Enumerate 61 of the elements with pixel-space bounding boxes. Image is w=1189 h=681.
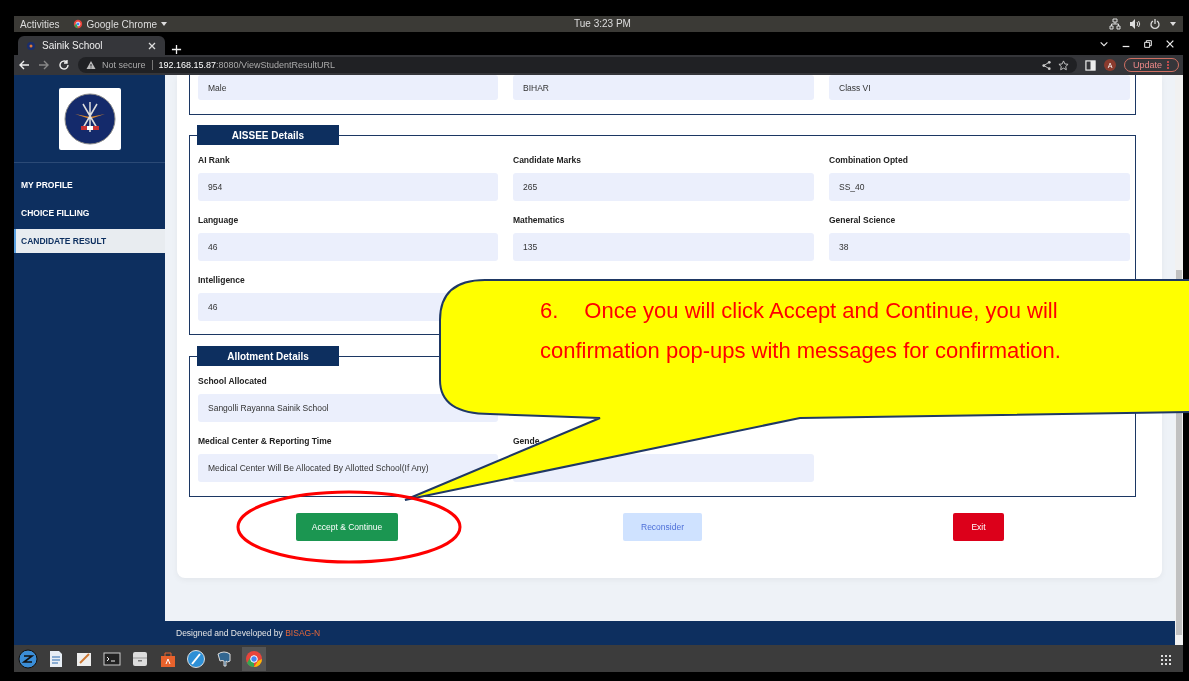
field-label: Mathematics [513, 214, 566, 226]
app-menu[interactable]: Google Chrome [86, 18, 158, 30]
forward-icon[interactable] [38, 59, 50, 71]
sidebar-item[interactable]: MY PROFILE [14, 173, 165, 197]
activities-button[interactable]: Activities [20, 18, 60, 30]
close-icon[interactable] [147, 40, 157, 51]
field-label: School Allocated [198, 375, 268, 387]
readonly-field[interactable]: BIHAR [513, 75, 814, 100]
readonly-field[interactable]: Medical Center Will Be Allocated By Allotted School(If Any) [198, 454, 498, 482]
share-icon[interactable] [1040, 59, 1052, 71]
restore-icon[interactable] [1143, 38, 1153, 49]
sidebar-item[interactable]: CANDIDATE RESULT [14, 229, 165, 253]
callout-text: Once you will click Accept and Continue, you will [584, 298, 1058, 324]
sidebar-item[interactable]: CHOICE FILLING [14, 201, 165, 225]
readonly-field[interactable]: Class VI [829, 75, 1130, 100]
bisag-link[interactable]: BISAG-N [285, 628, 321, 639]
url-text: 192.168.15.87:8080/ViewStudentResultURL [158, 60, 335, 70]
footer-credit: Designed and Developed by BISAG-N [176, 628, 321, 639]
readonly-field[interactable]: 954 [198, 173, 498, 201]
field-label: Candidate Marks [513, 154, 583, 166]
star-icon[interactable] [1057, 59, 1069, 71]
app-grid-icon[interactable] [1159, 652, 1171, 665]
volume-icon[interactable] [1129, 18, 1141, 30]
readonly-field[interactable]: 46 [198, 233, 498, 261]
callout-number: 6. [540, 298, 559, 324]
callout-text: confirmation pop-ups with messages for confirmation. [540, 338, 1061, 364]
caret-icon[interactable] [160, 20, 169, 28]
readonly-field[interactable]: Male [198, 75, 498, 100]
section-legend: AISSEE Details [197, 125, 339, 145]
caret-icon[interactable] [1169, 20, 1177, 28]
field-label: Intelligence [198, 274, 246, 286]
action-button[interactable]: Exit [953, 513, 1004, 541]
browser-logo-icon [73, 19, 84, 29]
new-tab-icon[interactable] [171, 44, 182, 55]
field-label: Combination Opted [829, 154, 909, 166]
readonly-field[interactable]: 265 [513, 173, 814, 201]
action-button[interactable]: Accept & Continue [295, 513, 399, 541]
field-label: Gende [513, 435, 541, 447]
security-label: Not secure [102, 60, 146, 70]
close-icon[interactable] [1165, 38, 1175, 49]
readonly-field[interactable]: 135 [513, 233, 814, 261]
address-bar[interactable]: Not secure 192.168.15.87:8080/ViewStudentResultURL [78, 57, 1077, 73]
field-label: Medical Center & Reporting Time [198, 435, 333, 447]
field-label: General Science [829, 214, 897, 226]
reload-icon[interactable] [58, 59, 70, 71]
warning-icon [86, 60, 96, 70]
readonly-field[interactable]: SS_40 [829, 173, 1130, 201]
readonly-field[interactable]: 38 [829, 233, 1130, 261]
kebab-icon[interactable] [1166, 60, 1170, 70]
clock[interactable]: Tue 3:23 PM [574, 18, 631, 29]
field-label: Language [198, 214, 240, 226]
power-icon[interactable] [1149, 18, 1161, 30]
school-emblem-logo [58, 87, 121, 150]
section-legend: Allotment Details [197, 346, 339, 366]
action-button[interactable]: Reconsider [623, 513, 702, 541]
field-label: AI Rank [198, 154, 231, 166]
back-icon[interactable] [18, 59, 30, 71]
browser-logo-icon[interactable] [242, 646, 266, 671]
side-panel-icon[interactable] [1084, 59, 1096, 71]
network-icon[interactable] [1109, 18, 1121, 30]
browser-tab[interactable]: Sainik School [18, 36, 165, 55]
